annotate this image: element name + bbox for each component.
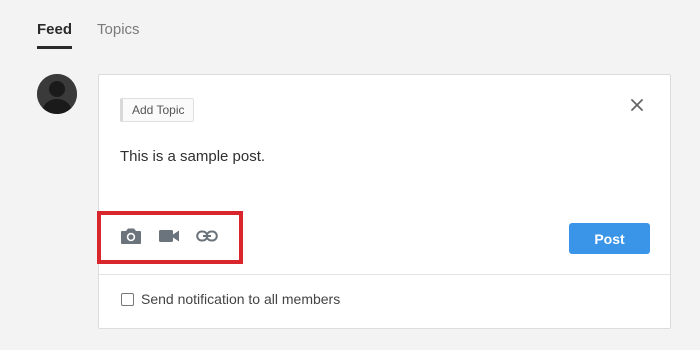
notify-members-checkbox[interactable] [121,292,134,306]
add-link-button[interactable] [195,226,219,246]
notification-option: Send notification to all members [121,291,340,307]
media-toolbar [119,226,219,246]
tab-feed[interactable]: Feed [37,20,73,49]
avatar[interactable] [37,74,77,114]
add-topic-button[interactable]: Add Topic [120,98,195,122]
camera-icon [121,228,141,244]
add-photo-button[interactable] [119,226,143,246]
post-text-input[interactable]: This is a sample post. [120,148,265,165]
post-composer: Add Topic This is a sample post. Post Se… [97,74,671,329]
user-silhouette-icon [37,74,77,114]
tab-topics[interactable]: Topics [97,20,140,49]
link-icon [196,230,218,242]
notification-label: Send notification to all members [141,291,341,307]
close-icon [631,99,643,111]
tab-bar: Feed Topics [37,20,140,49]
video-icon [159,230,179,242]
divider [99,274,670,275]
post-button[interactable]: Post [569,223,650,254]
add-video-button[interactable] [157,226,181,246]
page: Feed Topics Add Topic This is a sample p… [0,0,700,350]
close-button[interactable] [628,96,646,114]
